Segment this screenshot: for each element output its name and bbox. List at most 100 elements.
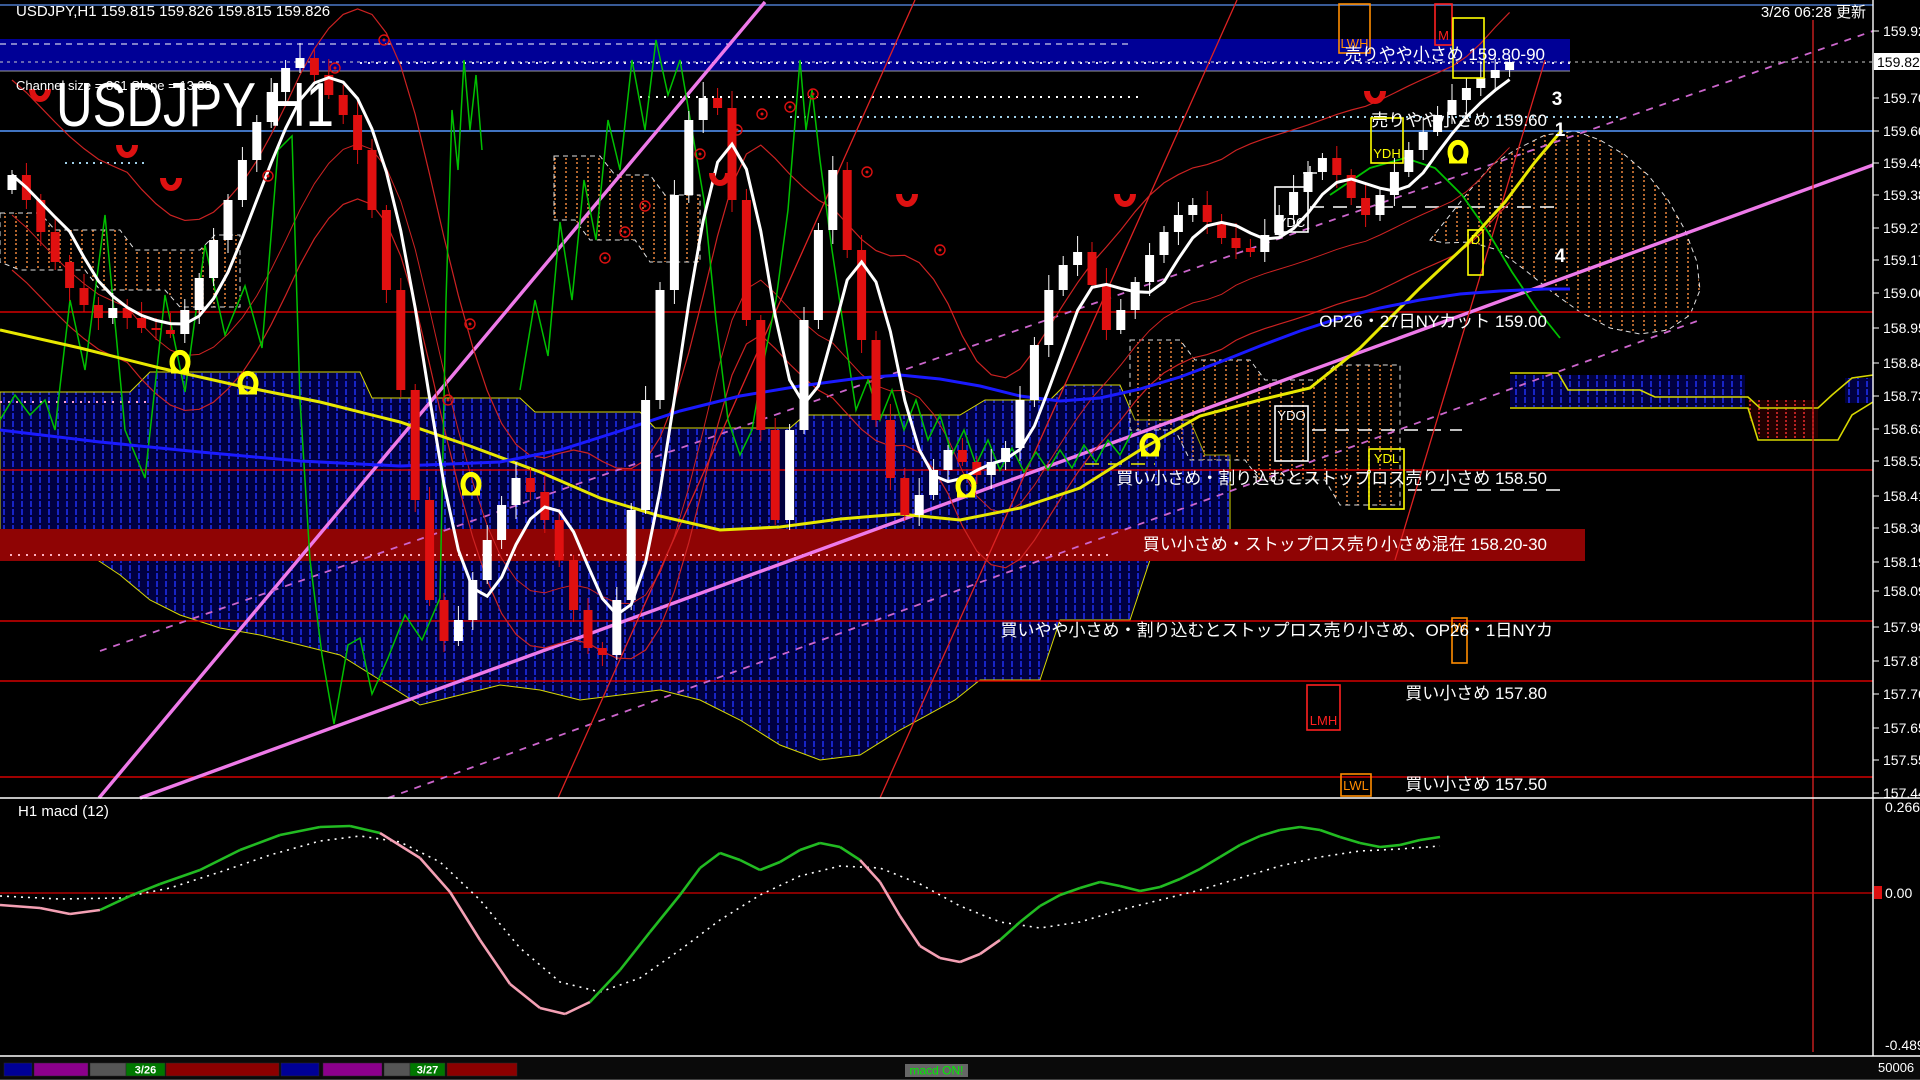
last-updated: 3/26 06:28 更新: [1761, 4, 1866, 21]
candle-body: [1174, 215, 1183, 232]
label-box-text: LWL: [1343, 778, 1369, 793]
quote-line: USDJPY,H1 159.815 159.826 159.815 159.82…: [16, 3, 330, 20]
macd-main-line: [680, 868, 700, 895]
annotation-text: 買い小さめ 157.80: [1405, 684, 1547, 703]
price-axis-label: 158.520: [1883, 453, 1920, 469]
main-chart-panel[interactable]: LWHMYDHYDCDYDOYDLWLMHLWL314売りやや小さめ 159.8…: [0, 0, 1873, 1052]
macd-axis-label: 0.00: [1885, 885, 1912, 901]
candle-body: [1131, 282, 1140, 310]
macd-on-label: macd ON!: [909, 1064, 963, 1078]
timeline-segment[interactable]: [281, 1063, 319, 1076]
candle-body: [51, 232, 60, 262]
symbol-watermark: USDJPY H1: [56, 71, 334, 140]
macd-main-line: [780, 850, 800, 862]
price-axis-label: 157.550: [1883, 752, 1920, 768]
macd-main-line: [940, 958, 960, 962]
macd-main-line: [565, 1002, 590, 1014]
timeline-segment[interactable]: [447, 1063, 517, 1076]
timeline-date-label: 3/27: [417, 1065, 438, 1077]
candle-body: [195, 278, 204, 310]
macd-main-line: [1300, 827, 1320, 830]
candle-body: [382, 210, 391, 290]
candle-body: [108, 308, 117, 318]
candle-body: [1116, 310, 1125, 330]
candle-body: [454, 620, 463, 641]
candle-body: [1491, 70, 1500, 78]
time-scale-bar[interactable]: 3/263/27macd ON!: [0, 1057, 1920, 1079]
candle-body: [94, 305, 103, 318]
timeline-segment[interactable]: [323, 1063, 382, 1076]
signal-circle-dot: [624, 231, 627, 234]
mt4-chart-window: LWHMYDHYDCDYDOYDLWLMHLWL314売りやや小さめ 159.8…: [0, 0, 1920, 1080]
macd-main-line: [980, 940, 1000, 954]
candle-body: [569, 560, 578, 610]
macd-main-line: [70, 910, 100, 914]
sell-arrow-marker: [1117, 194, 1133, 204]
signal-circle-dot: [604, 257, 607, 260]
macd-main-line: [1380, 845, 1400, 847]
price-axis-label: 159.705: [1883, 90, 1920, 106]
timeline-segment[interactable]: [4, 1063, 32, 1076]
candle-body: [1059, 265, 1068, 290]
macd-panel[interactable]: [0, 826, 1873, 1014]
signal-circle-dot: [383, 39, 386, 42]
signal-circle-dot: [447, 399, 450, 402]
candle-body: [656, 290, 665, 400]
candle-body: [80, 288, 89, 305]
macd-main-line: [1020, 906, 1040, 922]
price-axis-label: 159.385: [1883, 187, 1920, 203]
annotation-text: 売りやや小さめ 159.80-90: [1345, 45, 1545, 64]
label-box-text: YDL: [1374, 451, 1399, 466]
macd-main-line: [740, 860, 760, 870]
usdjpy-h1-chart[interactable]: LWHMYDHYDCDYDOYDLWLMHLWL314売りやや小さめ 159.8…: [0, 0, 1920, 1080]
candle-body: [339, 95, 348, 115]
candle-body: [684, 120, 693, 195]
macd-main-line: [860, 860, 880, 882]
price-axis-label: 159.060: [1883, 285, 1920, 301]
price-axis-label: 158.195: [1883, 554, 1920, 570]
candle-body: [1361, 198, 1370, 215]
macd-main-line: [1000, 922, 1020, 940]
candle-body: [396, 290, 405, 390]
price-axis-label: 159.490: [1883, 155, 1920, 171]
candle-body: [1030, 345, 1039, 400]
candle-body: [915, 495, 924, 515]
candle-body: [1073, 252, 1082, 265]
candle-body: [800, 320, 809, 430]
macd-axis-label: 0.266: [1885, 799, 1920, 815]
macd-main-line: [1140, 887, 1160, 891]
candle-body: [742, 200, 751, 320]
candle-body: [828, 170, 837, 230]
timeline-segment[interactable]: [90, 1063, 126, 1076]
signal-circle-dot: [866, 171, 869, 174]
price-axis-label: 158.630: [1883, 421, 1920, 437]
candle-body: [368, 150, 377, 210]
price-axis-label: 157.980: [1883, 619, 1920, 635]
candle-body: [958, 450, 967, 462]
timeline-segment[interactable]: [34, 1063, 88, 1076]
signal-circle-dot: [267, 175, 270, 178]
macd-main-line: [1400, 840, 1420, 845]
candle-body: [1102, 285, 1111, 330]
candle-body: [166, 330, 175, 334]
annotation-text: 買いやや小さめ・割り込むとストップロス売り小さめ、OP26・1日NYカ: [1000, 621, 1553, 640]
wave-count-number: 4: [1555, 246, 1566, 267]
macd-main-line: [40, 908, 70, 914]
macd-main-line: [920, 946, 940, 958]
candle-body: [785, 430, 794, 520]
candle-body: [137, 318, 146, 328]
macd-main-line: [880, 882, 900, 916]
timeline-segment[interactable]: [166, 1063, 279, 1076]
macd-main-line: [1040, 895, 1060, 906]
price-axis-label: 158.090: [1883, 583, 1920, 599]
signal-circle-dot: [789, 106, 792, 109]
macd-main-line: [840, 847, 860, 860]
timeline-segment[interactable]: [384, 1063, 410, 1076]
candle-body: [886, 420, 895, 478]
candle-body: [843, 170, 852, 250]
signal-circle-dot: [736, 129, 739, 132]
macd-main-line: [1220, 845, 1240, 857]
candle-body: [728, 108, 737, 200]
candle-body: [612, 600, 621, 655]
sell-arrow-marker: [899, 194, 915, 204]
